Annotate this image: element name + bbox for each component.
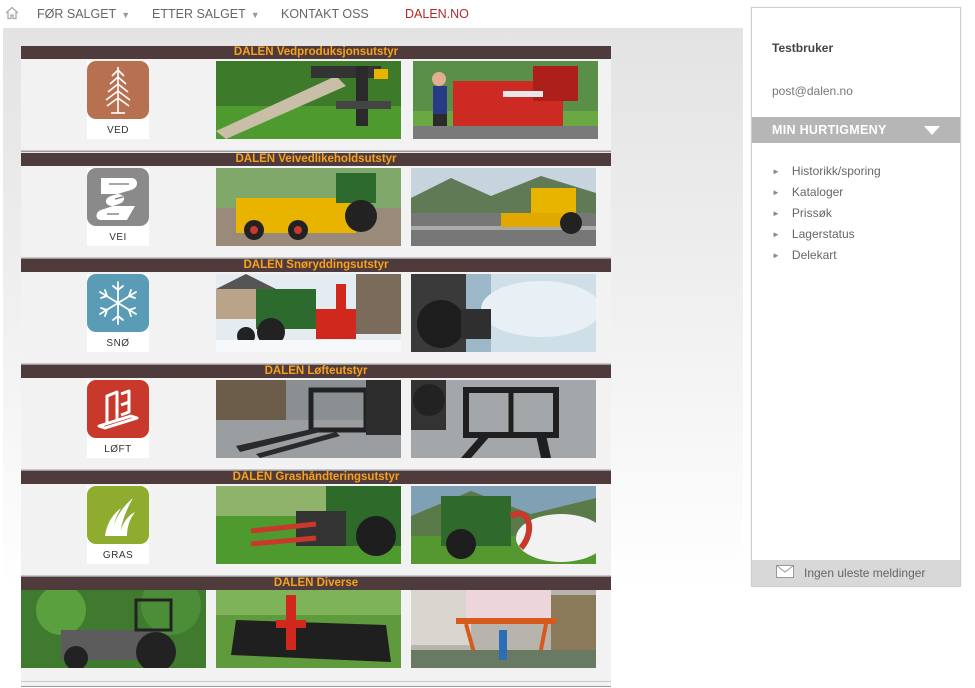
category-logo-label: SNØ <box>106 338 130 349</box>
product-photo-snow-blowing[interactable] <box>411 274 596 352</box>
user-sidebar: Testbruker post@dalen.no MIN HURTIGMENY … <box>751 7 961 587</box>
product-photo-yellow-grader[interactable] <box>216 168 401 246</box>
section-title[interactable]: DALEN Vedproduksjonsutstyr <box>21 46 611 59</box>
bullet-arrow-icon: ► <box>772 188 780 197</box>
quickmenu-list: ► Historikk/sporing ► Kataloger ► Prissøk ►… <box>772 164 881 269</box>
home-icon[interactable] <box>5 6 19 20</box>
section-title[interactable]: DALEN Veivedlikeholdsutstyr <box>21 153 611 166</box>
product-photo-snow-blower-tractor[interactable] <box>216 274 401 352</box>
category-section-diverse: DALEN Diverse <box>21 577 611 687</box>
product-photo-vintage-tractor[interactable] <box>21 590 206 668</box>
category-logo-sno[interactable]: SNØ <box>87 274 149 352</box>
quickmenu-item-delekart[interactable]: ► Delekart <box>772 248 881 269</box>
category-logo-label: GRAS <box>102 550 134 561</box>
product-photo-pallet-fork[interactable] <box>216 380 401 458</box>
chevron-down-icon: ▼ <box>121 10 131 20</box>
category-section-loft: DALEN Løfteutstyr LØFT <box>21 365 611 471</box>
section-title[interactable]: DALEN Snøryddingsutstyr <box>21 259 611 272</box>
quickmenu-item-historikk[interactable]: ► Historikk/sporing <box>772 164 881 185</box>
nav-item-for-salget[interactable]: FØR SALGET ▼ <box>37 7 130 21</box>
product-photo-barn-stand[interactable] <box>411 590 596 668</box>
category-section-vei: DALEN Veivedlikeholdsutstyr VEI <box>21 153 611 259</box>
grass-icon <box>87 486 149 544</box>
top-navigation: FØR SALGET ▼ ETTER SALGET ▼ KONTAKT OSS DA… <box>0 0 750 28</box>
nav-item-kontakt-oss[interactable]: KONTAKT OSS <box>281 7 369 21</box>
product-photo-bucket[interactable] <box>216 590 401 668</box>
product-photo-bale-spear[interactable] <box>216 486 401 564</box>
road-icon <box>87 168 149 226</box>
username: Testbruker <box>772 41 834 55</box>
snowflake-icon <box>87 274 149 332</box>
bullet-arrow-icon: ► <box>772 209 780 218</box>
section-title[interactable]: DALEN Løfteutstyr <box>21 365 611 378</box>
triangle-down-icon <box>924 126 940 135</box>
category-logo-loft[interactable]: LØFT <box>87 380 149 458</box>
pallet-fork-icon <box>87 380 149 438</box>
product-photo-firewood-processor[interactable] <box>413 61 598 139</box>
tree-icon <box>87 61 149 119</box>
category-logo-ved[interactable]: VED <box>87 61 149 139</box>
quickmenu-item-lagerstatus[interactable]: ► Lagerstatus <box>772 227 881 248</box>
nav-item-dalen-no[interactable]: DALEN.NO <box>405 7 469 21</box>
section-title[interactable]: DALEN Grashåndteringsutstyr <box>21 471 611 484</box>
bullet-arrow-icon: ► <box>772 230 780 239</box>
product-photo-fork-frame[interactable] <box>411 380 596 458</box>
quickmenu-item-kataloger[interactable]: ► Kataloger <box>772 185 881 206</box>
category-logo-label: VEI <box>109 232 127 243</box>
bullet-arrow-icon: ► <box>772 251 780 260</box>
category-logo-vei[interactable]: VEI <box>87 168 149 246</box>
category-section-ved: DALEN Vedproduksjonsutstyr VED <box>21 46 611 152</box>
chevron-down-icon: ▼ <box>250 10 260 20</box>
messages-bar[interactable]: Ingen uleste meldinger <box>752 560 960 586</box>
user-email: post@dalen.no <box>772 84 853 98</box>
category-logo-label: VED <box>106 125 130 136</box>
quickmenu-header[interactable]: MIN HURTIGMENY <box>752 117 960 143</box>
product-photo-log-grapple[interactable] <box>216 61 401 139</box>
envelope-icon <box>776 561 794 587</box>
bullet-arrow-icon: ► <box>772 167 780 176</box>
main-content: DALEN Vedproduksjonsutstyr VED DALEN Vei… <box>3 28 743 688</box>
product-photo-bale-handler[interactable] <box>411 486 596 564</box>
product-photo-road-mower[interactable] <box>411 168 596 246</box>
category-logo-label: LØFT <box>104 444 132 455</box>
quickmenu-item-prissok[interactable]: ► Prissøk <box>772 206 881 227</box>
category-section-gras: DALEN Grashåndteringsutstyr GRAS <box>21 471 611 577</box>
category-section-sno: DALEN Snøryddingsutstyr SNØ <box>21 259 611 365</box>
category-logo-gras[interactable]: GRAS <box>87 486 149 564</box>
nav-item-etter-salget[interactable]: ETTER SALGET ▼ <box>152 7 260 21</box>
section-title[interactable]: DALEN Diverse <box>21 577 611 590</box>
